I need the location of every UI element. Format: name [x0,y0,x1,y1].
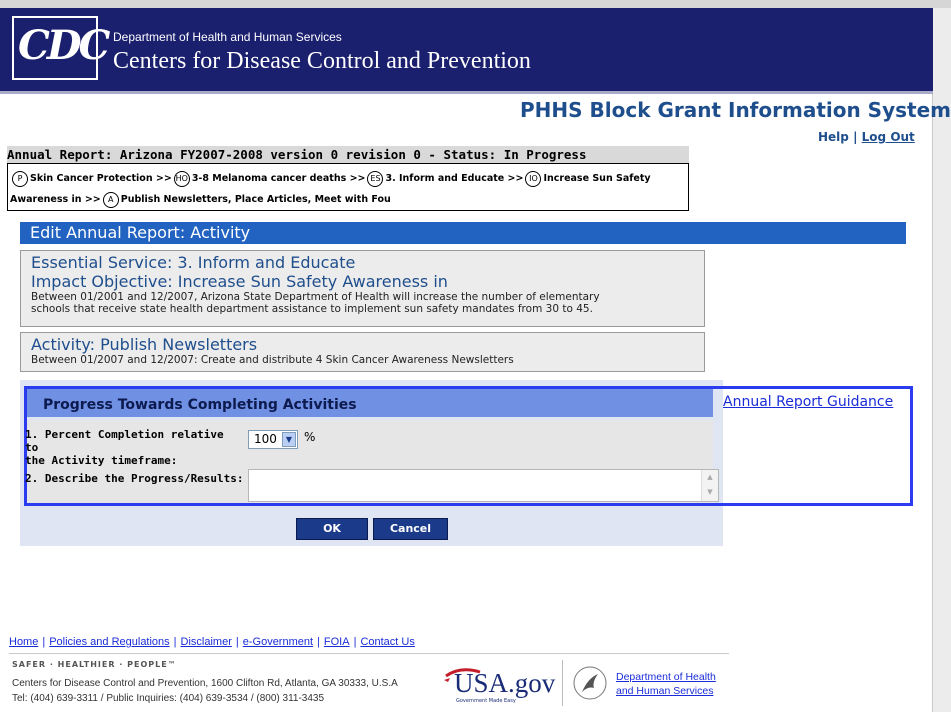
center-name: Centers for Disease Control and Preventi… [113,48,531,74]
breadcrumb-item-program[interactable]: Skin Cancer Protection [30,173,153,184]
cdc-address: Centers for Disease Control and Preventi… [12,678,398,689]
essential-service-title: Essential Service: 3. Inform and Educate [31,253,356,272]
footer-link-disclaimer[interactable]: Disclaimer [181,636,232,648]
describe-progress-label: 2. Describe the Progress/Results: [25,472,244,485]
breadcrumb-badge-activity: A [102,191,119,208]
breadcrumb-badge-program: P [12,170,28,187]
breadcrumb-item-health-objective[interactable]: 3-8 Melanoma cancer deaths [192,173,346,184]
usa-gov-subtitle: Government Made Easy [456,698,516,704]
chevron-down-icon[interactable]: ▼ [282,432,296,447]
objective-panel: Essential Service: 3. Inform and Educate… [20,250,705,327]
footer-divider [9,653,729,654]
footer-links: Home | Policies and Regulations | Disclaimer… [9,636,415,648]
footer-link-foia[interactable]: FOIA [324,636,350,648]
breadcrumb-separator: >> [507,173,524,184]
percent-unit: % [304,430,316,444]
impact-objective-desc-line2: schools that receive state health depart… [31,303,593,315]
system-title: PHHS Block Grant Information System [520,98,951,122]
breadcrumb-separator: >> [84,194,101,205]
breadcrumb-badge-health-objective: HO [173,170,190,187]
percent-completion-label-line2: the Activity timeframe: [25,454,178,467]
help-separator: | [853,130,858,144]
activity-desc: Between 01/2007 and 12/2007: Create and … [31,354,514,366]
percent-completion-select[interactable]: 100 ▼ [248,430,298,449]
describe-progress-textarea[interactable]: ▲ ▼ [248,469,719,502]
scroll-up-icon[interactable]: ▲ [702,470,718,485]
footer-link-contact[interactable]: Contact Us [360,636,414,648]
breadcrumb-badge-essential-service: ES [367,170,384,187]
progress-title: Progress Towards Completing Activities [43,397,357,413]
impact-objective-title: Impact Objective: Increase Sun Safety Aw… [31,272,448,291]
annual-report-guidance-link[interactable]: Annual Report Guidance [723,394,893,410]
footer-separator: | [173,636,177,648]
textarea-scrollbar[interactable]: ▲ ▼ [701,470,718,501]
hhs-eagle-icon [573,666,607,700]
footer-separator: | [317,636,320,648]
percent-completion-value: 100 [254,432,277,446]
hhs-link[interactable]: Department of Health and Human Services [616,670,726,698]
breadcrumb-badge-impact-objective: IO [525,170,542,187]
cdc-logo[interactable]: CDC [12,16,110,80]
page-title: Edit Annual Report: Activity [20,222,906,244]
footer-logo-divider [562,660,563,706]
activity-panel: Activity: Publish Newsletters Between 01… [20,332,705,372]
breadcrumb-separator: >> [155,173,172,184]
breadcrumb: P Skin Cancer Protection >> HO 3-8 Melanoma… [7,163,689,211]
percent-completion-label: 1. Percent Completion relative to the Ac… [25,428,235,467]
footer-separator: | [42,636,46,648]
footer-separator: | [235,636,239,648]
cdc-header: CDC Department of Health and Human Servi… [0,8,933,94]
activity-title: Activity: Publish Newsletters [31,335,258,354]
cancel-button[interactable]: Cancel [373,518,448,540]
cdc-tagline: SAFER · HEALTHIER · PEOPLE™ [12,660,177,669]
report-status-bar: Annual Report: Arizona FY2007-2008 versi… [7,146,689,163]
footer-separator: | [353,636,357,648]
percent-completion-label-line1: 1. Percent Completion relative to [25,428,224,454]
footer-link-policies[interactable]: Policies and Regulations [49,636,169,648]
ok-button[interactable]: OK [296,518,368,540]
help-link[interactable]: Help [818,130,849,144]
cdc-phone: Tel: (404) 639-3311 / Public Inquiries: … [12,693,325,704]
usa-gov-logo-text[interactable]: USA.gov [454,668,555,699]
breadcrumb-separator: >> [349,173,366,184]
footer-link-home[interactable]: Home [9,636,38,648]
cdc-address-block: Centers for Disease Control and Preventi… [12,676,398,706]
breadcrumb-item-essential-service[interactable]: 3. Inform and Educate [385,173,504,184]
department-name: Department of Health and Human Services [113,30,342,44]
logout-link[interactable]: Log Out [862,130,915,144]
help-links: Help | Log Out [818,130,915,144]
cdc-logo-text: CDC [18,22,110,69]
footer-link-egovernment[interactable]: e-Government [243,636,313,648]
scroll-down-icon[interactable]: ▼ [702,485,718,500]
impact-objective-desc-line1: Between 01/2001 and 12/2007, Arizona Sta… [31,291,600,303]
breadcrumb-item-activity[interactable]: Publish Newsletters, Place Articles, Mee… [121,194,391,205]
